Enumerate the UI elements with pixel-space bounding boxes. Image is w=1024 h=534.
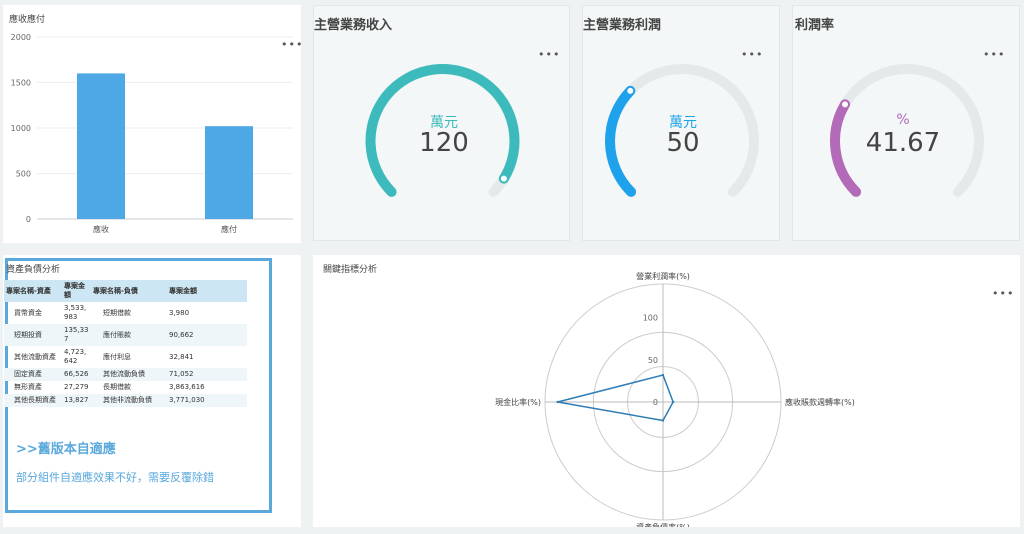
table-row: 無形資產 27,279 長期借款 3,863,616 bbox=[4, 381, 247, 394]
gauge-knob bbox=[625, 85, 636, 96]
table-cell: 13,827 bbox=[62, 394, 91, 407]
table-header-row: 專案名稱-資產 專案金額 專案名稱-負債 專案金額 bbox=[4, 280, 247, 302]
radar-panel: 關鍵指標分析 ••• 050100營業利潤率(%)應收賬款週轉率(%)資產負債率… bbox=[313, 255, 1020, 527]
table-cell: 其他長期資產 bbox=[4, 394, 62, 407]
bar bbox=[77, 73, 125, 220]
column-header: 專案金額 bbox=[167, 280, 247, 302]
radar-tick-label: 100 bbox=[643, 314, 658, 323]
gauge-panel-revenue: 主營業務收入 ••• 萬元 120 bbox=[313, 5, 570, 241]
table-cell: 固定資產 bbox=[4, 368, 62, 381]
table-row: 其他長期資產 13,827 其他非流動負債 3,771,030 bbox=[4, 394, 247, 407]
radar-chart: 0 50 100 營業利潤率(%) 應收賬款週轉率(%) 資產負債率(%) 現金比率(%) bbox=[495, 271, 855, 527]
table-row: 固定資產 66,526 其他流動負債 71,052 bbox=[4, 368, 247, 381]
table-cell: 4,723,642 bbox=[64, 348, 87, 365]
gauge-unit: % bbox=[896, 112, 910, 128]
radar-point bbox=[661, 373, 665, 377]
table-cell: 其他流動資產 bbox=[14, 352, 56, 361]
gauge-value: 120 bbox=[419, 128, 469, 158]
table-row: 其他流動資產 4,723,642 應付利息 32,841 bbox=[4, 346, 247, 368]
balance-sheet-panel: 資產負債分析 專案名稱-資產 專案金額 專案名稱-負債 專案金額 貨幣資金 3,5… bbox=[3, 255, 301, 527]
balance-sheet-title: 資產負債分析 bbox=[6, 265, 61, 275]
x-tick-label: 應收 bbox=[93, 224, 109, 234]
table-cell: 短期投資 bbox=[4, 324, 62, 346]
radar-point bbox=[556, 400, 559, 404]
column-header: 專案名稱-資產 bbox=[4, 280, 62, 302]
gauge-value: 50 bbox=[666, 128, 700, 158]
gauge-knob bbox=[498, 173, 509, 184]
radar-indicator-label: 現金比率(%) bbox=[495, 397, 541, 407]
table-cell: 其他非流動負債 bbox=[91, 394, 167, 407]
radar-tick-label: 0 bbox=[653, 398, 658, 407]
table-cell: 3,863,616 bbox=[169, 383, 205, 391]
gauge-value: 41.67 bbox=[865, 128, 941, 158]
table-cell: 其他流動負債 bbox=[91, 368, 167, 381]
table-cell: 短期借款 bbox=[103, 308, 131, 317]
table-cell: 66,526 bbox=[62, 368, 91, 381]
gauge-panel-margin: 利潤率 ••• % 41.67 bbox=[792, 5, 1020, 241]
radar-point bbox=[671, 400, 675, 404]
table-cell: 71,052 bbox=[167, 368, 247, 381]
note-title: >>舊版本自適應 bbox=[16, 442, 116, 457]
y-tick-label: 500 bbox=[16, 170, 31, 179]
receivable-panel: 應收應付 ••• 0 500 1000 1500 2000 應收 應付 bbox=[3, 5, 302, 243]
column-header: 專案名稱-負債 bbox=[91, 280, 167, 302]
radar-indicator-label: 應收賬款週轉率(%) bbox=[785, 397, 855, 407]
y-tick-label: 2000 bbox=[11, 33, 31, 42]
table-cell: 135,337 bbox=[62, 324, 91, 346]
table-cell: 應付利息 bbox=[103, 352, 131, 361]
receivable-bar-chart: 0 500 1000 1500 2000 應收 應付 bbox=[11, 33, 293, 234]
x-tick-label: 應付 bbox=[221, 224, 237, 234]
radar-point bbox=[661, 419, 665, 422]
table-cell: 27,279 bbox=[64, 383, 89, 391]
table-cell: 3,533,983 bbox=[64, 304, 87, 321]
y-tick-label: 1500 bbox=[11, 79, 31, 88]
balance-sheet-table: 專案名稱-資產 專案金額 專案名稱-負債 專案金額 貨幣資金 3,533,983 短… bbox=[4, 280, 247, 407]
table-cell: 3,980 bbox=[169, 308, 190, 317]
radar-indicator-label: 營業利潤率(%) bbox=[636, 271, 690, 281]
gauge-panel-profit: 主營業務利潤 ••• 萬元 50 bbox=[582, 5, 780, 241]
column-header: 專案金額 bbox=[62, 280, 91, 302]
table-row: 貨幣資金 3,533,983 短期借款 3,980 bbox=[4, 302, 247, 324]
table-cell: 90,662 bbox=[167, 324, 247, 346]
bar bbox=[205, 126, 253, 219]
y-tick-label: 1000 bbox=[11, 124, 31, 133]
table-cell: 3,771,030 bbox=[167, 394, 247, 407]
table-cell: 無形資產 bbox=[14, 383, 42, 391]
radar-indicator-label: 資產負債率(%) bbox=[636, 522, 690, 527]
table-cell: 長期借款 bbox=[103, 383, 131, 391]
table-cell: 應付賬款 bbox=[91, 324, 167, 346]
table-row: 短期投資 135,337 應付賬款 90,662 bbox=[4, 324, 247, 346]
y-tick-label: 0 bbox=[26, 215, 31, 224]
radar-tick-label: 50 bbox=[648, 356, 658, 365]
table-cell: 貨幣資金 bbox=[14, 308, 42, 317]
table-cell: 32,841 bbox=[169, 352, 194, 361]
note-text: 部分組件自適應效果不好，需要反覆除錯 bbox=[16, 471, 214, 484]
gauge-knob bbox=[840, 99, 851, 110]
